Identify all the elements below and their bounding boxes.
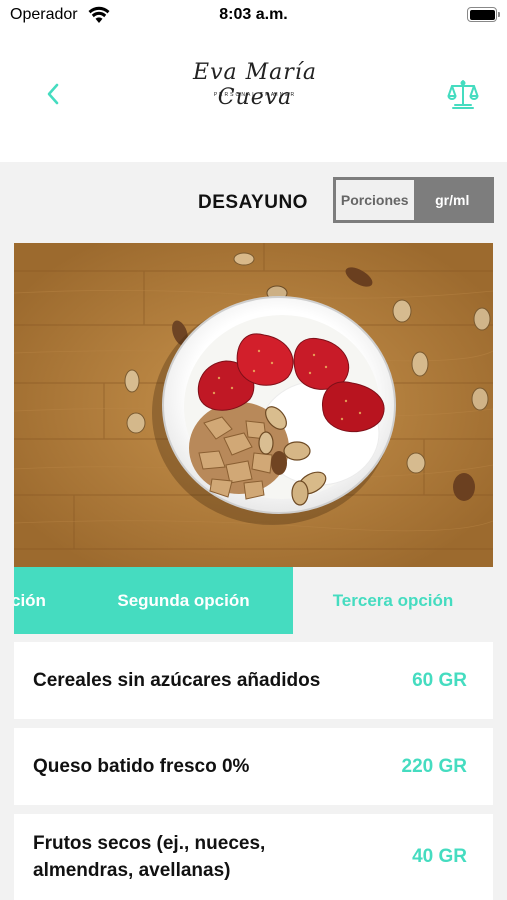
logo-script: Eva María Cueva <box>193 60 317 110</box>
unit-option-grams[interactable]: gr/ml <box>413 180 491 220</box>
food-item: Queso batido fresco 0% 220 GR <box>14 728 493 805</box>
meal-title: DESAYUNO <box>198 192 308 213</box>
tab-second-option[interactable]: Segunda opción <box>74 567 293 634</box>
meal-header: DESAYUNO Porciones gr/ml <box>0 162 507 240</box>
status-bar: Operador 8:03 a.m. <box>0 0 507 32</box>
food-quantity: 60 GR <box>412 669 467 691</box>
food-name: Queso batido fresco 0% <box>33 756 250 777</box>
food-name: Cereales sin azúcares añadidos <box>33 670 321 691</box>
tab-first-label: ción <box>14 590 46 610</box>
food-name: Frutos secos (ej., nueces, almendras, av… <box>33 833 266 881</box>
unit-option-portions[interactable]: Porciones <box>336 180 414 220</box>
food-quantity: 40 GR <box>412 846 467 867</box>
battery-icon <box>467 7 500 22</box>
brand-logo: Eva María Cueva PERSONAL TRAINER <box>170 56 340 110</box>
balance-scale-icon[interactable] <box>447 78 479 110</box>
status-time: 8:03 a.m. <box>219 6 288 23</box>
back-button[interactable] <box>40 80 66 108</box>
chevron-left-icon <box>47 83 59 105</box>
food-photo <box>14 243 493 567</box>
logo-subtitle: PERSONAL TRAINER <box>213 92 297 98</box>
option-tabs: ción Segunda opción Tercera opción <box>14 567 493 634</box>
food-item: Frutos secos (ej., nueces, almendras, av… <box>14 814 493 900</box>
food-item: Cereales sin azúcares añadidos 60 GR <box>14 642 493 719</box>
food-quantity: 220 GR <box>401 755 467 777</box>
tab-second-label: Segunda opción <box>117 590 250 610</box>
unit-toggle: Porciones gr/ml <box>333 177 494 223</box>
tab-first-option[interactable]: ción <box>14 567 74 634</box>
tab-third-option[interactable]: Tercera opción <box>293 567 493 634</box>
tab-third-label: Tercera opción <box>332 590 454 610</box>
nav-bar: Eva María Cueva PERSONAL TRAINER <box>0 32 507 162</box>
